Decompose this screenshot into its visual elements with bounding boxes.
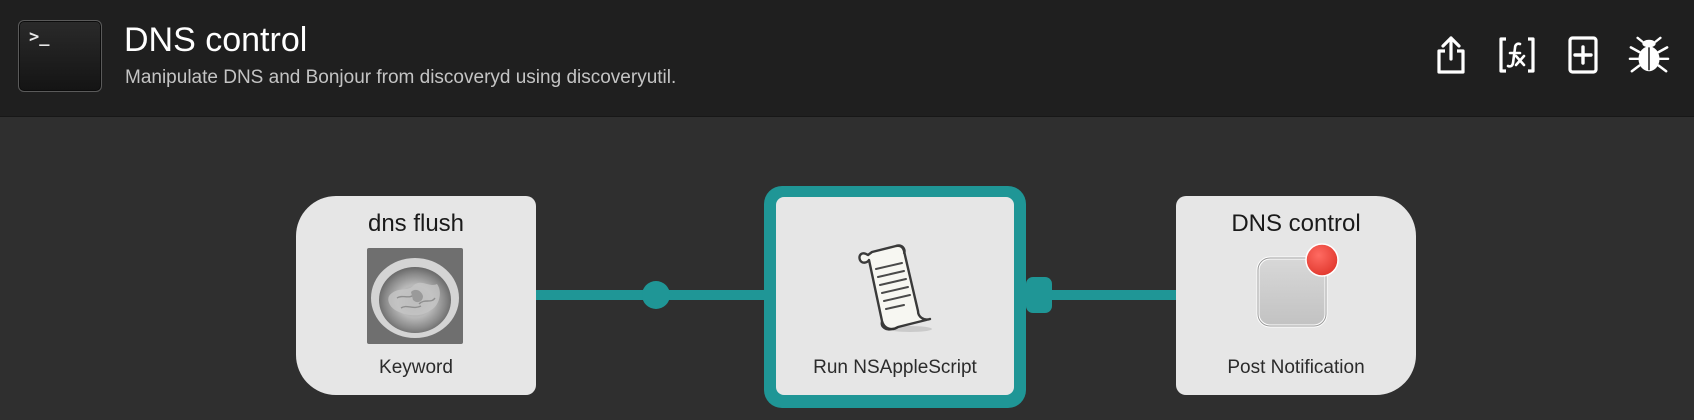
node-type-label: Post Notification (1227, 357, 1365, 378)
post-notification-node[interactable]: DNS control Post Notification (1176, 196, 1416, 395)
terminal-prompt: >_ (29, 27, 50, 47)
node-title: DNS control (1231, 210, 1361, 237)
run-nsapplescript-node[interactable]: Run NSAppleScript (776, 197, 1014, 395)
variable-icon (1499, 37, 1535, 73)
keyword-trigger-node[interactable]: dns flush Keyword (296, 196, 536, 395)
add-object-button[interactable] (1562, 34, 1604, 76)
notification-icon (1176, 236, 1416, 336)
share-button[interactable] (1430, 34, 1472, 76)
workflow-description[interactable]: Manipulate DNS and Bonjour from discover… (125, 66, 676, 90)
script-scroll-icon (776, 237, 1014, 337)
variables-button[interactable] (1496, 34, 1538, 76)
workflow-title[interactable]: DNS control (124, 20, 307, 60)
add-object-icon (1568, 36, 1598, 74)
terminal-icon[interactable]: >_ (18, 20, 102, 92)
workflow-editor: >_ DNS control Manipulate DNS and Bonjou… (0, 0, 1694, 420)
node-type-label: Keyword (379, 357, 453, 378)
share-icon (1437, 36, 1465, 74)
header-toolbar (1430, 34, 1670, 76)
node-type-label: Run NSAppleScript (813, 357, 977, 378)
workflow-canvas[interactable]: dns flush Keyword Run NSAppleScript DNS … (0, 117, 1694, 420)
toilet-photo-icon (367, 248, 463, 344)
node-title: dns flush (367, 210, 465, 237)
connection-knob[interactable] (642, 281, 670, 309)
workflow-header: >_ DNS control Manipulate DNS and Bonjou… (0, 0, 1694, 117)
debug-button[interactable] (1628, 34, 1670, 76)
output-connector-tab[interactable] (1026, 277, 1052, 313)
debug-bug-icon (1628, 36, 1670, 73)
